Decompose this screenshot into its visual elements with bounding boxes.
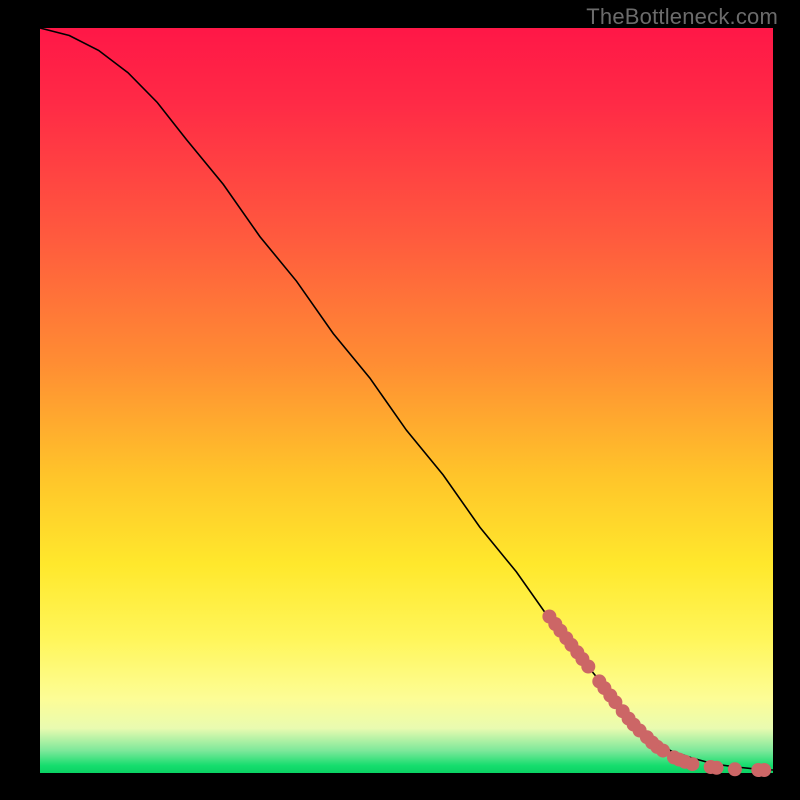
data-point [757,763,771,777]
data-point [728,762,742,776]
data-point [581,660,595,674]
attribution-text: TheBottleneck.com [586,4,778,30]
bottleneck-curve [40,28,773,770]
chart-frame: TheBottleneck.com [0,0,800,800]
chart-svg [40,28,773,773]
scatter-group [542,610,771,778]
data-point [685,757,699,771]
plot-area [40,28,773,773]
data-point [710,761,724,775]
